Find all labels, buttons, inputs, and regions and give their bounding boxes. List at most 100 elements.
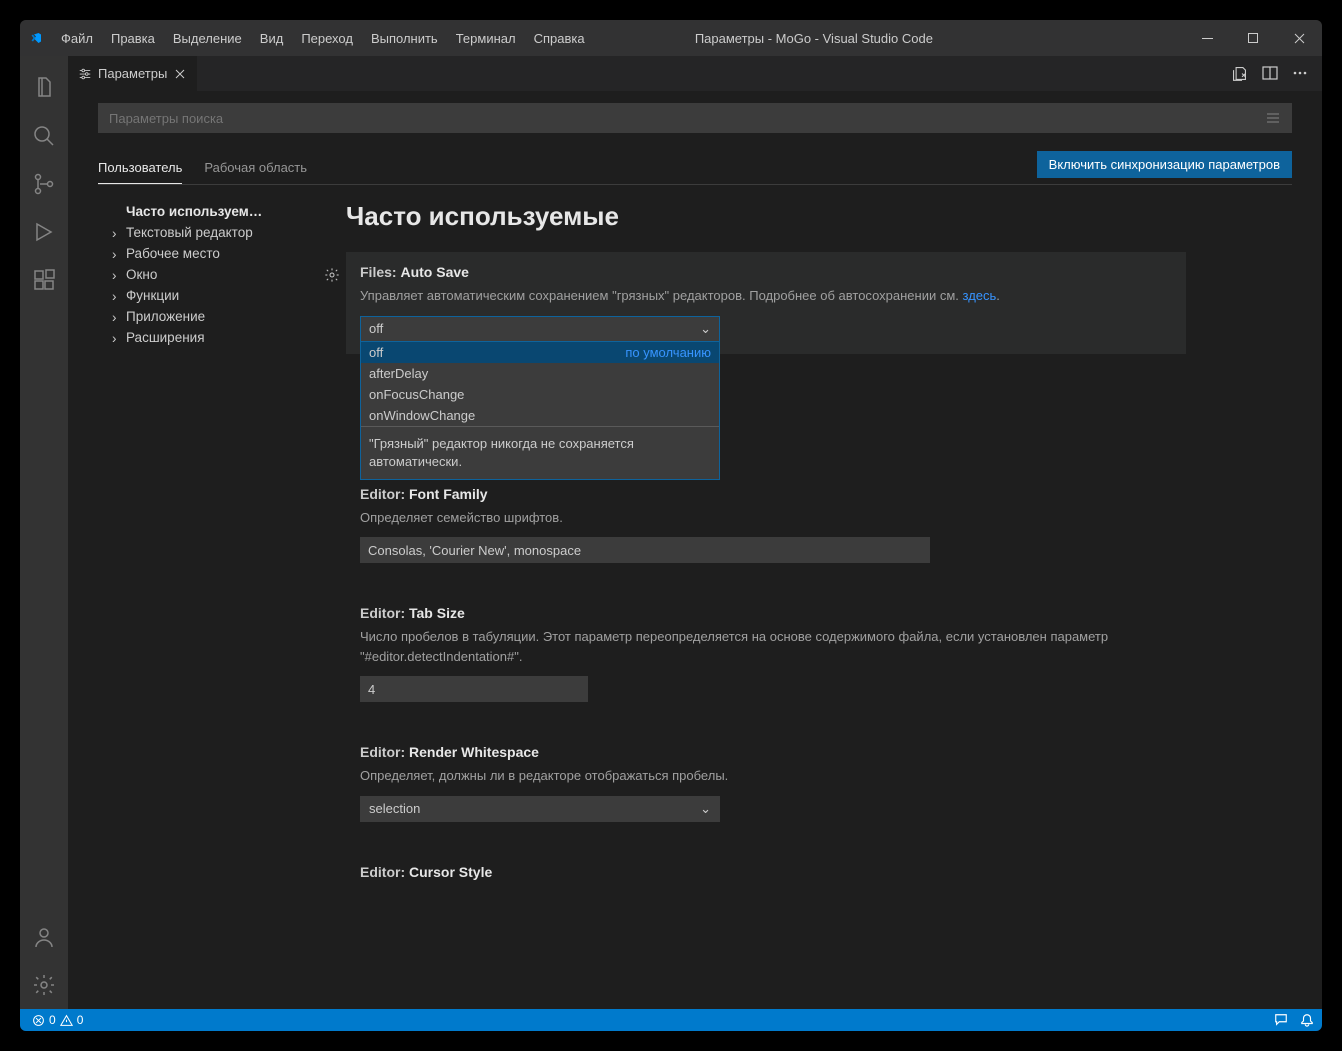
setting-label: Editor: Render Whitespace (360, 744, 1172, 760)
chevron-right-icon: › (112, 289, 117, 304)
setting-description: Определяет семейство шрифтов. (360, 508, 1172, 528)
explorer-icon[interactable] (20, 64, 68, 112)
status-bar: 0 0 (20, 1009, 1322, 1031)
toc-text-editor[interactable]: › Текстовый редактор (98, 222, 318, 243)
scope-workspace-tab[interactable]: Рабочая область (204, 152, 307, 183)
setting-label: Editor: Cursor Style (360, 864, 1172, 880)
dropdown-option-afterdelay[interactable]: afterDelay (361, 363, 719, 384)
menu-run[interactable]: Выполнить (362, 20, 447, 56)
titlebar: Файл Правка Выделение Вид Переход Выполн… (20, 20, 1322, 56)
default-badge: по умолчанию (625, 345, 711, 360)
settings-tab-icon (78, 67, 92, 81)
menu-edit[interactable]: Правка (102, 20, 164, 56)
warning-count: 0 (77, 1013, 84, 1027)
tab-close-icon[interactable] (173, 67, 187, 81)
renderwhitespace-select[interactable]: selection ⌄ (360, 796, 720, 822)
menu-file[interactable]: Файл (52, 20, 102, 56)
settings-list: Часто используемые Files: Auto Save Упра… (346, 201, 1292, 1009)
toc-label: Расширения (126, 330, 205, 345)
setting-files-autosave[interactable]: Files: Auto Save Управляет автоматически… (346, 252, 1186, 354)
setting-gear-icon[interactable] (324, 267, 340, 1009)
settings-scope-tabs: Пользователь Рабочая область Включить си… (98, 151, 1292, 185)
scope-user-tab[interactable]: Пользователь (98, 152, 182, 184)
toc-application[interactable]: › Приложение (98, 306, 318, 327)
toc-commonly-used[interactable]: Часто используем… (98, 201, 318, 222)
error-count: 0 (49, 1013, 56, 1027)
tabsize-input[interactable] (360, 676, 588, 702)
run-debug-icon[interactable] (20, 208, 68, 256)
toc-label: Приложение (126, 309, 205, 324)
autosave-docs-link[interactable]: здесь (963, 288, 997, 303)
app-menu: Файл Правка Выделение Вид Переход Выполн… (52, 20, 594, 56)
menu-terminal[interactable]: Терминал (447, 20, 525, 56)
window-maximize-button[interactable] (1230, 20, 1276, 56)
toc-workbench[interactable]: › Рабочее место (98, 243, 318, 264)
fontfamily-input[interactable] (360, 537, 930, 563)
search-icon[interactable] (20, 112, 68, 160)
chevron-down-icon: ⌄ (700, 321, 711, 337)
status-problems[interactable]: 0 0 (28, 1013, 87, 1027)
dropdown-option-off[interactable]: off по умолчанию (361, 342, 719, 363)
section-heading: Часто используемые (346, 201, 1282, 232)
accounts-icon[interactable] (20, 913, 68, 961)
toc-label: Текстовый редактор (126, 225, 253, 240)
notifications-icon[interactable] (1300, 1013, 1314, 1027)
settings-toc: Часто используем… › Текстовый редактор › Р… (98, 201, 318, 1009)
source-control-icon[interactable] (20, 160, 68, 208)
window-close-button[interactable] (1276, 20, 1322, 56)
chevron-right-icon: › (112, 310, 117, 325)
search-field[interactable] (109, 111, 1265, 126)
vscode-logo-icon (20, 30, 52, 46)
toc-features[interactable]: › Функции (98, 285, 318, 306)
tab-label: Параметры (98, 66, 167, 81)
autosave-dropdown: off по умолчанию afterDelay onFocusChang… (360, 341, 720, 480)
chevron-right-icon: › (112, 247, 117, 262)
editor-tabs: Параметры (68, 56, 1322, 91)
tab-settings[interactable]: Параметры (68, 56, 197, 91)
setting-label: Editor: Font Family (360, 486, 1172, 502)
menu-go[interactable]: Переход (292, 20, 362, 56)
setting-label: Editor: Tab Size (360, 605, 1172, 621)
settings-search-input[interactable] (98, 103, 1292, 133)
activity-bar (20, 56, 68, 1009)
feedback-icon[interactable] (1274, 1013, 1288, 1027)
setting-actions-gutter (318, 201, 346, 1009)
warning-icon (60, 1014, 73, 1027)
chevron-right-icon: › (112, 268, 117, 283)
setting-editor-cursorstyle[interactable]: Editor: Cursor Style (346, 852, 1186, 892)
setting-label: Files: Auto Save (360, 264, 1172, 280)
split-editor-icon[interactable] (1262, 65, 1278, 82)
toc-window[interactable]: › Окно (98, 264, 318, 285)
open-settings-json-icon[interactable] (1231, 65, 1248, 82)
dropdown-description: "Грязный" редактор никогда не сохраняетс… (361, 426, 719, 479)
window-minimize-button[interactable] (1184, 20, 1230, 56)
setting-editor-fontfamily[interactable]: Editor: Font Family Определяет семейство… (346, 474, 1186, 576)
autosave-select[interactable]: off ⌄ off по умолчанию afterDelay onFocu… (360, 316, 720, 342)
option-label: off (369, 345, 383, 360)
select-value: off (369, 321, 383, 336)
more-actions-icon[interactable] (1292, 65, 1308, 82)
select-value: selection (369, 801, 420, 816)
setting-editor-renderwhitespace[interactable]: Editor: Render Whitespace Определяет, до… (346, 732, 1186, 834)
dropdown-option-onwindowchange[interactable]: onWindowChange (361, 405, 719, 426)
menu-view[interactable]: Вид (251, 20, 293, 56)
menu-selection[interactable]: Выделение (164, 20, 251, 56)
filter-icon[interactable] (1265, 110, 1281, 126)
toc-label: Рабочее место (126, 246, 220, 261)
chevron-down-icon: ⌄ (700, 801, 711, 817)
error-icon (32, 1014, 45, 1027)
toc-extensions[interactable]: › Расширения (98, 327, 318, 348)
settings-gear-icon[interactable] (20, 961, 68, 1009)
window-title: Параметры - MoGo - Visual Studio Code (695, 31, 933, 46)
dropdown-option-onfocuschange[interactable]: onFocusChange (361, 384, 719, 405)
setting-editor-tabsize[interactable]: Editor: Tab Size Число пробелов в табуля… (346, 593, 1186, 714)
extensions-icon[interactable] (20, 256, 68, 304)
chevron-right-icon: › (112, 226, 117, 241)
setting-description: Управляет автоматическим сохранением "гр… (360, 286, 1172, 306)
menu-help[interactable]: Справка (525, 20, 594, 56)
toc-label: Окно (126, 267, 157, 282)
chevron-right-icon: › (112, 331, 117, 346)
toc-label: Функции (126, 288, 179, 303)
enable-sync-button[interactable]: Включить синхронизацию параметров (1037, 151, 1292, 178)
setting-description: Определяет, должны ли в редакторе отобра… (360, 766, 1172, 786)
